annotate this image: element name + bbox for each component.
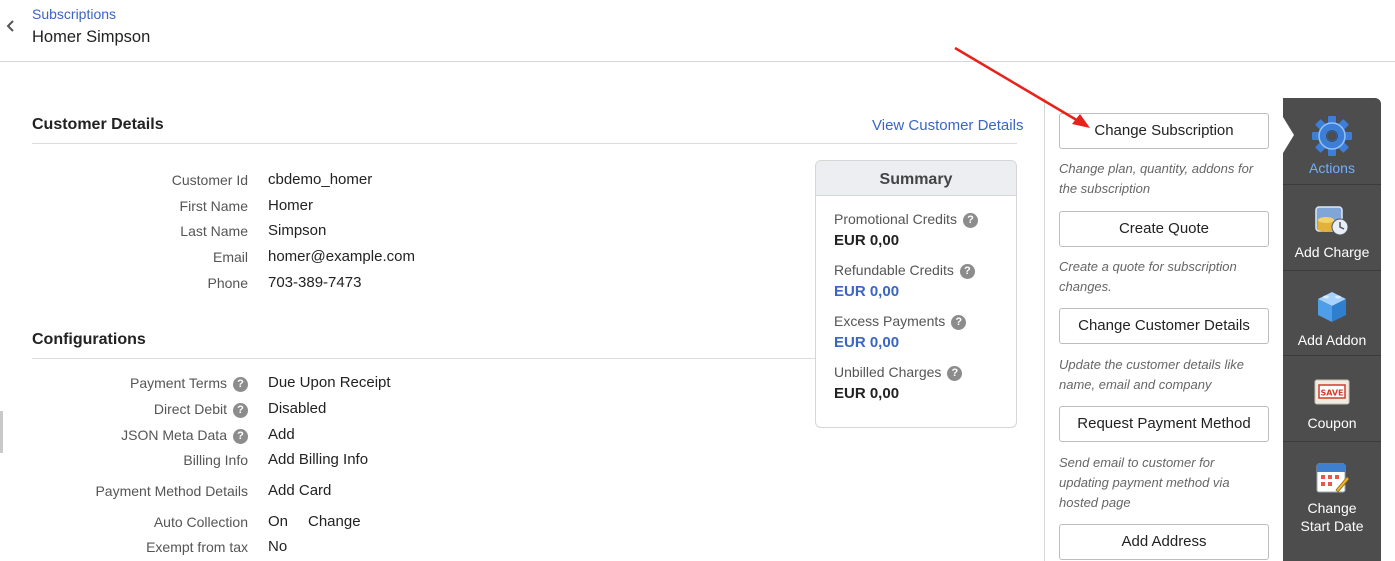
sidebar-label-add-charge: Add Charge (1294, 244, 1370, 260)
exempt-tax-label: Exempt from tax (146, 539, 248, 555)
promotional-credits-value: EUR 0,00 (834, 231, 900, 249)
first-name-label: First Name (179, 198, 248, 214)
back-chevron-icon[interactable] (5, 18, 17, 34)
add-card-link[interactable]: Add Card (268, 482, 331, 499)
breadcrumb-subscriptions[interactable]: Subscriptions (32, 6, 116, 22)
sidebar-item-add-charge[interactable]: Add Charge (1283, 203, 1381, 260)
json-meta-add-link[interactable]: Add (268, 426, 295, 443)
summary-card: Summary Promotional Credits? EUR 0,00 Re… (815, 160, 1017, 428)
excess-payments: Excess Payments? EUR 0,00 (834, 313, 967, 351)
email-label: Email (212, 249, 248, 265)
svg-text:SAVE: SAVE (1320, 389, 1343, 398)
page-header: Subscriptions Homer Simpson (0, 0, 1395, 62)
add-billing-info-link[interactable]: Add Billing Info (268, 451, 368, 468)
summary-title: Summary (816, 161, 1016, 196)
sidebar-label-add-addon: Add Addon (1297, 332, 1367, 348)
promotional-credits: Promotional Credits? EUR 0,00 (834, 211, 978, 249)
sidebar-label-actions: Actions (1309, 160, 1355, 176)
sidebar-label-coupon: Coupon (1307, 415, 1357, 431)
help-icon[interactable]: ? (233, 428, 248, 444)
auto-collection-label: Auto Collection (153, 514, 248, 530)
sidebar-item-coupon[interactable]: SAVE Coupon (1283, 377, 1381, 431)
help-icon[interactable]: ? (962, 212, 978, 228)
change-customer-details-desc: Update the customer details like name, em… (1059, 357, 1244, 392)
configurations-title: Configurations (32, 331, 146, 348)
unbilled-charges-value: EUR 0,00 (834, 384, 900, 402)
exempt-tax-value: No (268, 538, 288, 555)
billing-info-label: Billing Info (183, 452, 248, 468)
customer-id-value: cbdemo_homer (268, 171, 373, 188)
help-icon[interactable]: ? (233, 402, 248, 418)
customer-details-title: Customer Details (32, 116, 164, 133)
first-name-value: Homer (268, 197, 314, 214)
sidebar-divider (1283, 184, 1381, 185)
last-name-value: Simpson (268, 222, 327, 239)
left-edge-marker (0, 411, 3, 453)
refundable-credits: Refundable Credits? EUR 0,00 (834, 262, 975, 300)
sidebar-divider (1283, 441, 1381, 442)
sidebar-divider (1283, 270, 1381, 271)
coins-icon (1315, 206, 1349, 236)
request-payment-method-button[interactable]: Request Payment Method (1059, 406, 1269, 442)
help-icon[interactable]: ? (233, 376, 248, 392)
auto-collection-change-link[interactable]: Change (308, 513, 361, 530)
sidebar-item-change-start-date[interactable]: Change Start Date (1283, 460, 1381, 535)
gear-icon (1312, 116, 1352, 156)
page-title: Homer Simpson (32, 28, 151, 46)
sidebar-item-add-addon[interactable]: Add Addon (1283, 289, 1381, 348)
direct-debit-value: Disabled (268, 400, 327, 417)
help-icon[interactable]: ? (959, 263, 975, 279)
payment-terms-value: Due Upon Receipt (268, 374, 391, 391)
payment-method-label: Payment Method Details (95, 483, 248, 499)
add-address-button[interactable]: Add Address (1059, 524, 1269, 560)
customer-id-label: Customer Id (171, 172, 248, 188)
request-payment-method-desc: Send email to customer for updating payme… (1059, 455, 1230, 510)
help-icon[interactable]: ? (947, 365, 963, 381)
calendar-icon (1316, 463, 1350, 493)
refundable-credits-value[interactable]: EUR 0,00 (834, 283, 975, 300)
sidebar-item-actions[interactable]: Actions (1283, 114, 1381, 176)
help-icon[interactable]: ? (951, 314, 967, 330)
phone-label: Phone (207, 275, 248, 291)
json-meta-label: JSON Meta Data? (121, 427, 248, 444)
payment-terms-label: Payment Terms? (130, 375, 248, 392)
unbilled-charges: Unbilled Charges? EUR 0,00 (834, 364, 963, 402)
change-subscription-desc: Change plan, quantity, addons for the sub… (1059, 161, 1254, 196)
auto-collection-value: On (268, 513, 289, 530)
last-name-label: Last Name (180, 223, 248, 239)
change-customer-details-button[interactable]: Change Customer Details (1059, 308, 1269, 344)
create-quote-button[interactable]: Create Quote (1059, 211, 1269, 247)
save-coupon-icon: SAVE (1314, 379, 1350, 405)
email-value: homer@example.com (268, 248, 415, 265)
excess-payments-value[interactable]: EUR 0,00 (834, 334, 966, 351)
phone-value: 703-389-7473 (268, 274, 362, 291)
create-quote-desc: Create a quote for subscription changes. (1059, 259, 1237, 294)
annotation-arrow (954, 46, 1090, 128)
direct-debit-label: Direct Debit? (154, 401, 248, 418)
cube-icon (1318, 292, 1346, 322)
customer-details-divider (32, 143, 1017, 144)
sidebar-label-change-start-date: Change Start Date (1300, 500, 1364, 534)
sidebar-divider (1283, 355, 1381, 356)
configurations-divider (32, 358, 815, 359)
